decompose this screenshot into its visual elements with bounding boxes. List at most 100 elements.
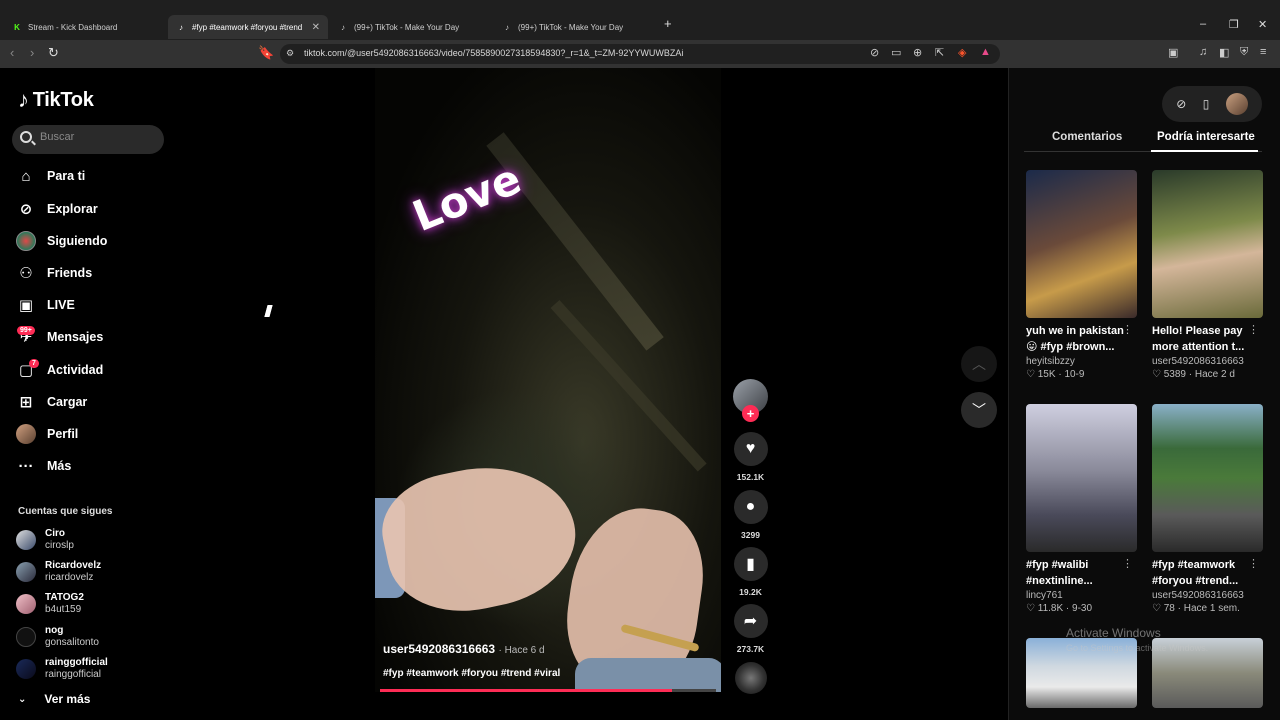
followed-account[interactable]: TATOG2 b4ut159 [16, 590, 84, 618]
device-icon[interactable]: ▯ [1203, 97, 1210, 111]
menu-icon[interactable]: ≡ [1260, 46, 1266, 58]
save-action[interactable]: ▮ 19.2K [733, 547, 768, 597]
video-progress-bar[interactable] [380, 689, 716, 692]
suggested-video-card[interactable]: ⋮ yuh we in pakistan 😛 #fyp #brown... hey… [1026, 170, 1137, 380]
account-handle: b4ut159 [45, 604, 82, 615]
video-hashtags[interactable]: #fyp #teamwork #foryou #trend #viral [383, 668, 560, 679]
heart-icon[interactable]: ♥ [733, 432, 768, 466]
account-name: TATOG2 [45, 592, 84, 603]
account-handle: rainggofficial [45, 669, 101, 680]
nav-cargar[interactable]: ⊞ Cargar [16, 390, 88, 414]
restore-icon[interactable]: ❐ [1229, 18, 1239, 31]
nav-label: Cargar [47, 395, 88, 409]
nav-para-ti[interactable]: ⌂ Para ti [16, 164, 85, 188]
account-handle: gonsalitonto [45, 637, 99, 648]
new-tab-icon[interactable]: + [664, 16, 672, 31]
card-likes: 15K [1037, 369, 1056, 380]
nav-siguiendo[interactable]: Siguiendo [16, 229, 107, 253]
card-author[interactable]: lincy761 [1026, 590, 1137, 601]
see-more-button[interactable]: ⌄ Ver más [18, 692, 90, 706]
next-video-button[interactable]: ﹀ [961, 392, 997, 428]
following-avatar-icon [16, 231, 36, 251]
tab-comentarios[interactable]: Comentarios [1052, 131, 1122, 143]
card-author[interactable]: user5492086316663 [1152, 356, 1263, 367]
search-box[interactable] [12, 125, 164, 154]
sidebar-toggle-icon[interactable]: ▣ [1168, 46, 1178, 59]
followed-account[interactable]: Ricardovelz ricardovelz [16, 558, 101, 586]
cast-icon[interactable]: ▭ [891, 46, 901, 59]
site-info-icon[interactable]: ⚙ [286, 48, 294, 59]
minimize-icon[interactable]: – [1200, 18, 1206, 30]
suggested-video-card[interactable]: ⋮ #fyp #walibi #nextinline... lincy761 ♡ … [1026, 404, 1137, 614]
card-author[interactable]: heyitsibzzy [1026, 356, 1137, 367]
comment-icon[interactable]: ● [733, 490, 768, 524]
bookmark-icon[interactable]: 🔖 [258, 45, 274, 61]
zoom-icon[interactable]: ⊕ [913, 46, 922, 59]
tab-label: (99+) TikTok - Make Your Day [354, 22, 460, 32]
comment-action[interactable]: ● 3299 [733, 490, 768, 540]
suggested-video-card[interactable]: ⋮ #fyp #teamwork #foryou #trend... user54… [1152, 404, 1263, 614]
more-options-icon[interactable]: ⋮ [1122, 323, 1133, 336]
search-input[interactable] [40, 131, 150, 143]
friends-icon: ⚇ [19, 265, 33, 282]
split-view-icon[interactable]: ◧ [1219, 46, 1229, 59]
video-thumbnail[interactable] [1026, 170, 1137, 318]
video-thumbnail[interactable] [1152, 404, 1263, 552]
followed-account[interactable]: rainggofficial rainggofficial [16, 655, 108, 683]
followed-account[interactable]: nog gonsalitonto [16, 623, 99, 651]
media-icon[interactable]: ♫ [1199, 46, 1207, 58]
compass-icon[interactable]: ⊘ [1176, 97, 1186, 111]
active-tab-indicator [1151, 150, 1258, 152]
reload-icon[interactable]: ↻ [48, 45, 59, 61]
bookmark-icon[interactable]: ▮ [733, 547, 768, 581]
nav-explorar[interactable]: ⊘ Explorar [16, 197, 98, 221]
video-thumbnail[interactable] [1026, 404, 1137, 552]
avatar [16, 530, 36, 550]
more-options-icon[interactable]: ⋮ [1248, 323, 1259, 336]
suggested-video-card[interactable]: ⋮ Hello! Please pay more attention t... u… [1152, 170, 1263, 380]
more-options-icon[interactable]: ⋮ [1122, 557, 1133, 570]
nav-label: Perfil [47, 427, 79, 441]
heart-outline-icon: ♡ [1152, 603, 1164, 614]
followed-account[interactable]: Ciro ciroslp [16, 526, 74, 554]
nav-friends[interactable]: ⚇ Friends [16, 261, 92, 285]
video-player[interactable]: Love user5492086316663 · Hace 6 d #fyp #… [375, 68, 721, 692]
tab-current-video[interactable]: ♪ #fyp #teamwork #foryou #trend ✕ [168, 15, 328, 39]
card-author[interactable]: user5492086316663 [1152, 590, 1263, 601]
vpn-icon[interactable]: ⛨ [1240, 46, 1248, 59]
avatar [16, 594, 36, 614]
video-author[interactable]: user5492086316663 · Hace 6 d [383, 642, 545, 656]
user-avatar[interactable] [1225, 93, 1248, 115]
window-close-icon[interactable]: ✕ [1258, 18, 1267, 31]
tab-tiktok-1[interactable]: ♪ (99+) TikTok - Make Your Day [330, 15, 492, 39]
share-icon[interactable]: ⇱ [935, 46, 944, 59]
no-camera-icon[interactable]: ⊘ [870, 46, 879, 59]
card-likes: 78 [1163, 603, 1175, 614]
video-thumbnail[interactable] [1152, 170, 1263, 318]
close-tab-icon[interactable]: ✕ [312, 22, 320, 33]
brave-rewards-icon[interactable]: ▲ [980, 46, 991, 58]
address-bar: ‹ › ↻ 🔖 ⚙ tiktok.com/@user5492086316663/… [0, 40, 1280, 68]
tab-tiktok-2[interactable]: ♪ (99+) TikTok - Make Your Day [494, 15, 656, 39]
url-field[interactable]: ⚙ tiktok.com/@user5492086316663/video/75… [280, 44, 1000, 64]
nav-label: LIVE [47, 298, 75, 312]
tab-podria-interesarte[interactable]: Podría interesarte [1157, 131, 1255, 143]
nav-live[interactable]: ▣ LIVE [16, 293, 75, 317]
like-action[interactable]: ♥ 152.1K [733, 432, 768, 482]
nav-mas[interactable]: ··· Más [16, 454, 72, 478]
nav-perfil[interactable]: Perfil [16, 422, 78, 446]
follow-plus-icon[interactable]: + [742, 405, 759, 422]
search-icon[interactable] [20, 131, 32, 143]
back-icon[interactable]: ‹ [10, 45, 14, 60]
more-options-icon[interactable]: ⋮ [1248, 557, 1259, 570]
tiktok-logo[interactable]: ♪ TikTok [18, 87, 94, 113]
heart-outline-icon: ♡ [1026, 369, 1038, 380]
music-disc-icon[interactable] [735, 662, 767, 694]
tab-kick-dashboard[interactable]: K Stream - Kick Dashboard [4, 15, 166, 39]
nav-label: Más [47, 459, 72, 473]
share-arrow-icon[interactable]: ➦ [733, 604, 768, 638]
forward-icon[interactable]: › [30, 45, 34, 60]
share-action[interactable]: ➦ 273.7K [733, 604, 768, 654]
brave-shield-icon[interactable]: ◈ [958, 46, 966, 59]
previous-video-button[interactable]: ︿ [961, 346, 997, 382]
